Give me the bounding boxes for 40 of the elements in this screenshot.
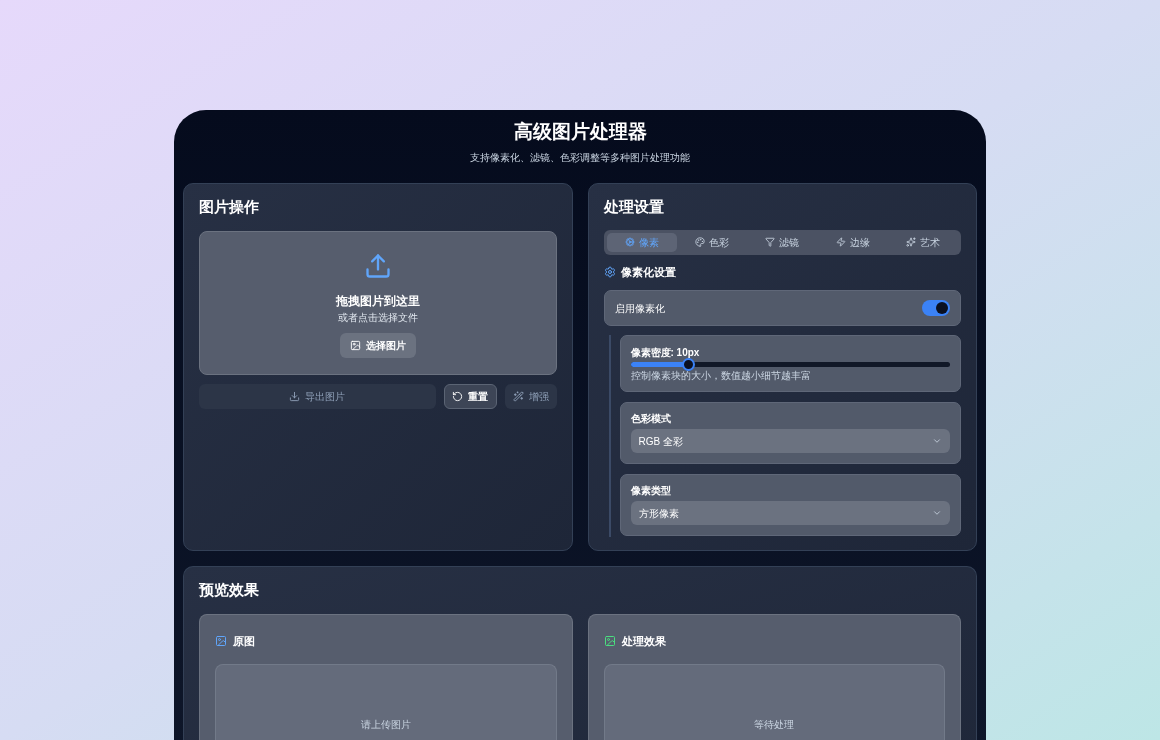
- tab[interactable]: 色彩: [676, 232, 748, 252]
- drop-zone[interactable]: 拖拽图片到这里 或者点击选择文件 选择图片: [199, 230, 557, 375]
- tab[interactable]: 艺术: [887, 232, 958, 252]
- preview-area: 等待处理: [603, 664, 945, 740]
- settings-icon: [603, 265, 616, 278]
- image-icon: [349, 339, 361, 351]
- select-label: 像素类型: [630, 485, 672, 497]
- palette-icon: [694, 237, 705, 247]
- slider-hint: 控制像素块的大小，数值越小细节越丰富: [630, 370, 812, 382]
- toggle-label: 启用像素化: [614, 301, 665, 316]
- upload-icon: [363, 251, 392, 280]
- panel-title: 图片操作: [199, 197, 260, 217]
- preview-title: 原图: [233, 633, 255, 649]
- filter-icon: [765, 237, 776, 247]
- sparkles-icon: [905, 237, 916, 247]
- download-icon: [289, 390, 301, 402]
- reset-button[interactable]: 重置: [443, 383, 497, 409]
- app-title: 高级图片处理器: [513, 120, 647, 144]
- section-title: 像素化设置: [620, 264, 676, 280]
- choose-image-button[interactable]: 选择图片: [339, 332, 416, 358]
- preview-title: 处理效果: [621, 633, 666, 649]
- panel-title: 预览效果: [199, 580, 260, 600]
- slider-thumb[interactable]: [682, 358, 695, 371]
- chevron-down-icon: [932, 436, 942, 446]
- select-label: 色彩模式: [630, 413, 672, 425]
- drop-heading: 拖拽图片到这里: [335, 292, 420, 310]
- toggle-switch[interactable]: [922, 300, 950, 316]
- chevron-down-icon: [932, 508, 942, 518]
- tab[interactable]: 滤镜: [747, 232, 818, 252]
- panel-title: 处理设置: [603, 197, 665, 217]
- drop-hint: 或者点击选择文件: [337, 310, 418, 325]
- rotate-icon: [452, 390, 463, 402]
- slider-label: 像素密度: 10px: [630, 347, 701, 359]
- wand-icon: [512, 390, 524, 402]
- preview-area: 请上传图片: [215, 664, 557, 740]
- select-field[interactable]: 方形像素: [630, 501, 950, 525]
- select-field[interactable]: RGB 全彩: [630, 429, 950, 453]
- tab[interactable]: 边缘: [817, 232, 888, 252]
- app-subtitle: 支持像素化、滤镜、色彩调整等多种图片处理功能: [470, 151, 690, 165]
- lightning-icon: [835, 237, 846, 247]
